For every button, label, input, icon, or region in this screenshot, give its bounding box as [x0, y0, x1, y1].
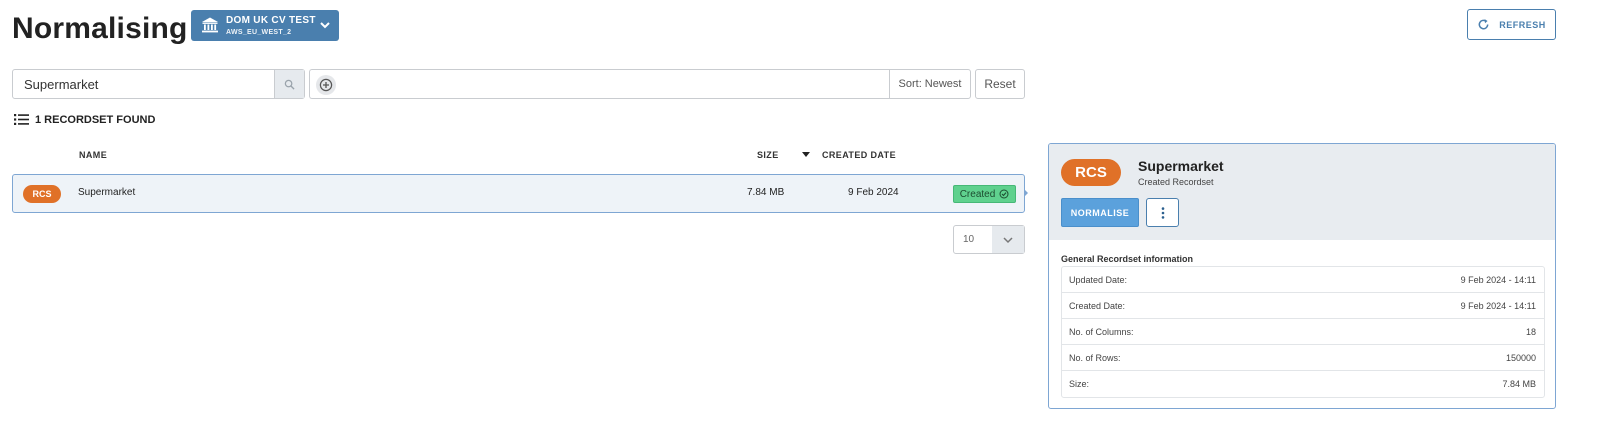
- status-badge: Created: [953, 185, 1016, 203]
- info-row-rows: No. of Rows: 150000: [1062, 345, 1544, 371]
- environment-region: AWS_EU_WEST_2: [226, 29, 292, 36]
- info-value: 7.84 MB: [1502, 379, 1536, 389]
- info-heading: General Recordset information: [1061, 254, 1194, 264]
- add-circle-icon: [319, 78, 333, 92]
- row-name: Supermarket: [78, 187, 136, 198]
- info-row-columns: No. of Columns: 18: [1062, 319, 1544, 345]
- info-value: 9 Feb 2024 - 14:11: [1460, 301, 1536, 311]
- recordset-detail-panel: RCS Supermarket Created Recordset NORMAL…: [1048, 143, 1556, 409]
- info-row-created-date: Created Date: 9 Feb 2024 - 14:11: [1062, 293, 1544, 319]
- reset-button[interactable]: Reset: [975, 69, 1025, 99]
- detail-title: Supermarket: [1138, 158, 1224, 174]
- environment-selector[interactable]: DOM UK CV TEST AWS_EU_WEST_2: [191, 10, 339, 41]
- results-count: 1 RECORDSET FOUND: [14, 113, 155, 126]
- refresh-label: REFRESH: [1499, 19, 1546, 30]
- page-size-select[interactable]: 10: [953, 225, 1025, 254]
- more-options-button[interactable]: [1146, 198, 1179, 227]
- info-label: No. of Columns:: [1069, 327, 1134, 337]
- search-button[interactable]: [274, 70, 304, 98]
- page-title: Normalising: [12, 12, 188, 45]
- status-label: Created: [959, 188, 996, 200]
- refresh-icon: [1478, 19, 1489, 30]
- info-value: 150000: [1505, 353, 1536, 363]
- search-icon: [284, 79, 295, 90]
- bank-icon: [202, 17, 218, 33]
- column-header-name[interactable]: NAME: [79, 150, 107, 160]
- detail-type-badge: RCS: [1061, 159, 1121, 186]
- refresh-button[interactable]: REFRESH: [1467, 9, 1556, 40]
- recordset-type-badge: RCS: [23, 185, 61, 203]
- search-input[interactable]: [13, 70, 275, 98]
- info-label: Created Date:: [1069, 301, 1126, 311]
- normalise-button[interactable]: NORMALISE: [1061, 198, 1139, 227]
- search-box: [12, 69, 305, 99]
- detail-header: RCS Supermarket Created Recordset NORMAL…: [1049, 144, 1555, 240]
- sort-desc-icon[interactable]: [802, 152, 810, 157]
- info-label: No. of Rows:: [1069, 353, 1121, 363]
- info-label: Updated Date:: [1069, 275, 1128, 285]
- more-vertical-icon: [1161, 206, 1164, 219]
- info-table: Updated Date: 9 Feb 2024 - 14:11 Created…: [1061, 266, 1545, 398]
- info-value: 9 Feb 2024 - 14:11: [1460, 275, 1536, 285]
- detail-subtitle: Created Recordset: [1138, 177, 1214, 187]
- filter-bar[interactable]: [309, 69, 889, 99]
- info-row-updated-date: Updated Date: 9 Feb 2024 - 14:11: [1062, 267, 1544, 293]
- sort-button[interactable]: Sort: Newest: [889, 69, 971, 99]
- table-row[interactable]: RCS Supermarket 7.84 MB 9 Feb 2024 Creat…: [12, 174, 1025, 213]
- info-label: Size:: [1069, 379, 1090, 389]
- selected-row-indicator: [1024, 189, 1028, 197]
- check-circle-icon: [999, 189, 1009, 199]
- column-header-created-date[interactable]: CREATED DATE: [822, 150, 896, 160]
- page-size-value: 10: [963, 234, 975, 245]
- list-icon: [14, 114, 29, 125]
- column-header-size[interactable]: SIZE: [757, 150, 779, 160]
- environment-name: DOM UK CV TEST: [226, 15, 316, 26]
- row-created-date: 9 Feb 2024: [848, 187, 899, 198]
- info-value: 18: [1525, 327, 1536, 337]
- results-count-label: 1 RECORDSET FOUND: [35, 113, 156, 126]
- info-row-size: Size: 7.84 MB: [1062, 371, 1544, 397]
- add-filter-button[interactable]: [316, 75, 336, 95]
- chevron-down-icon: [320, 22, 330, 29]
- row-size: 7.84 MB: [747, 187, 785, 198]
- chevron-down-icon: [1003, 236, 1013, 243]
- page-size-toggle[interactable]: [992, 226, 1024, 253]
